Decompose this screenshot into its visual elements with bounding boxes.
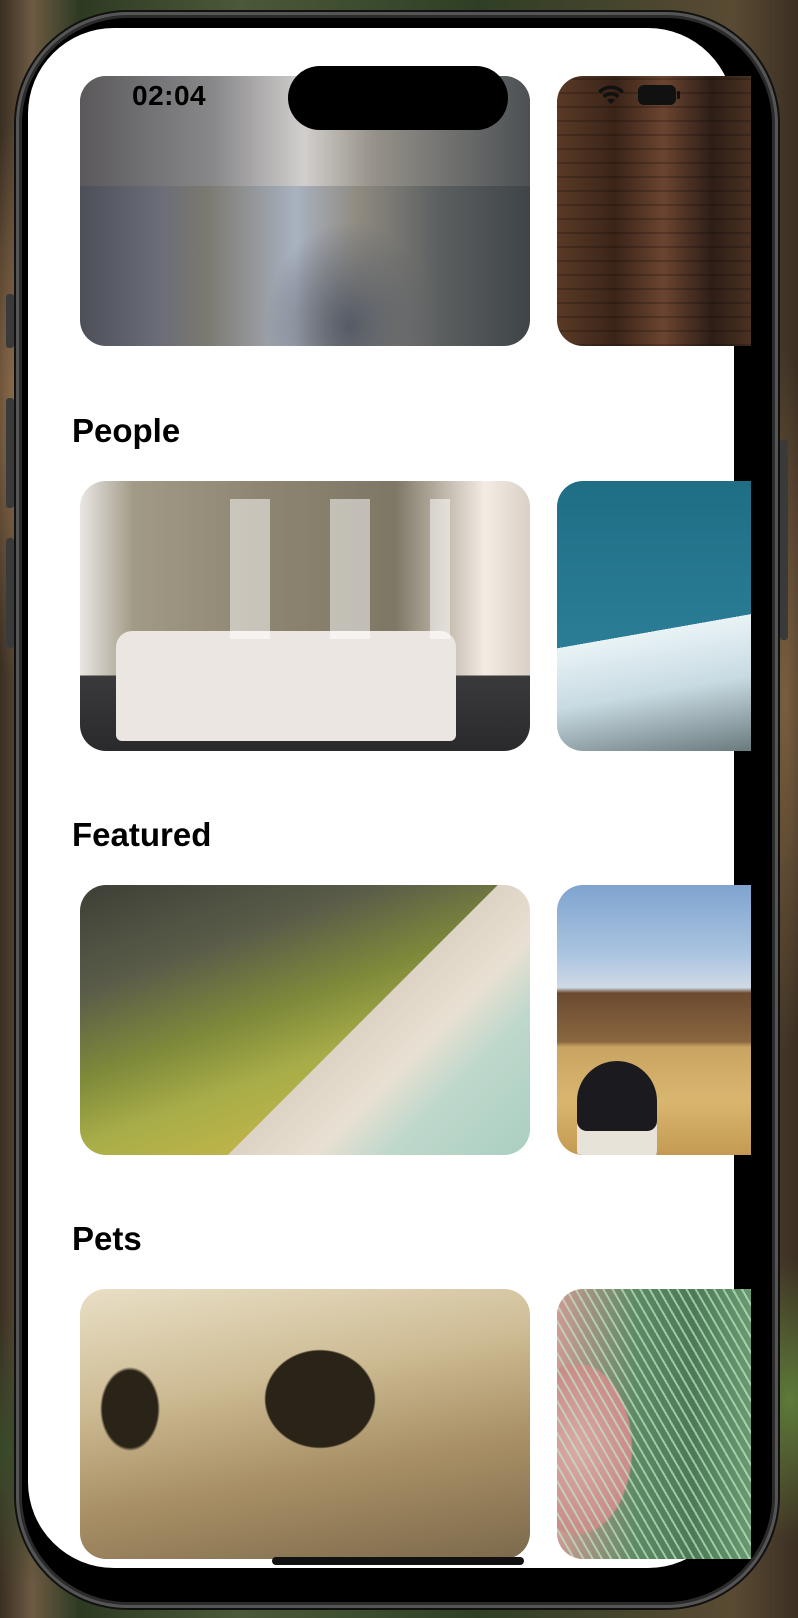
gallery-image-brick-building[interactable] bbox=[557, 76, 751, 346]
battery-icon bbox=[638, 85, 680, 105]
gallery-image-white-jeep[interactable] bbox=[80, 481, 530, 751]
power-button bbox=[780, 440, 788, 640]
gallery-image-snowy-mountain[interactable] bbox=[557, 481, 751, 751]
volume-up-button bbox=[6, 398, 14, 508]
gallery-image-pine-needles[interactable] bbox=[557, 1289, 751, 1559]
section-title-pets: Pets bbox=[72, 1220, 142, 1257]
status-icons bbox=[596, 84, 680, 106]
section-title-people: People bbox=[72, 412, 181, 449]
gallery-image-coastal-beach[interactable] bbox=[80, 885, 530, 1155]
home-indicator[interactable] bbox=[272, 1557, 524, 1565]
wifi-icon bbox=[598, 85, 624, 104]
dynamic-island bbox=[288, 66, 508, 130]
status-time: 02:04 bbox=[132, 80, 207, 111]
action-button bbox=[6, 294, 14, 348]
gallery-image-sepia-tree[interactable] bbox=[80, 1289, 530, 1559]
section-title-featured: Featured bbox=[72, 816, 212, 853]
volume-down-button bbox=[6, 538, 14, 648]
gallery-image-field-sneaker[interactable] bbox=[557, 885, 751, 1155]
